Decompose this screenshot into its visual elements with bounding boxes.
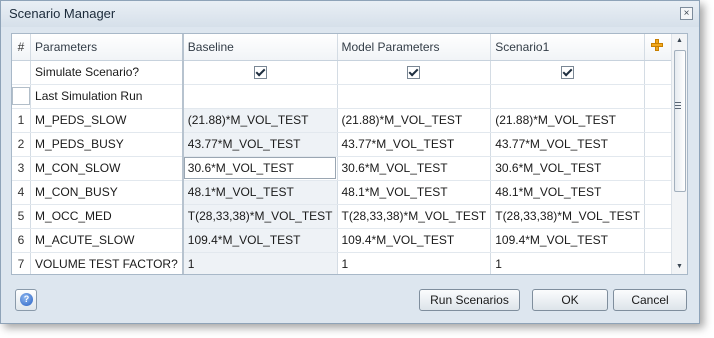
header-model-parameters[interactable]: Model Parameters	[337, 34, 492, 61]
scenario1-value[interactable]: 109.4*M_VOL_TEST	[490, 228, 645, 253]
parameter-name[interactable]: VOLUME TEST FACTOR?	[30, 252, 184, 274]
model-value[interactable]: (21.88)*M_VOL_TEST	[337, 108, 492, 133]
help-button[interactable]: ?	[15, 289, 37, 311]
window-title: Scenario Manager	[9, 6, 116, 21]
header-num: #	[12, 34, 32, 61]
baseline-value[interactable]: 109.4*M_VOL_TEST	[182, 228, 338, 253]
last-simulation-run-row: Last Simulation Run	[12, 84, 687, 109]
model-value[interactable]: 1	[337, 252, 492, 274]
add-scenario-plus-icon[interactable]	[650, 39, 663, 52]
model-value[interactable]: T(28,33,38)*M_VOL_TEST	[337, 204, 492, 229]
table-row[interactable]: 6 M_ACUTE_SLOW 109.4*M_VOL_TEST 109.4*M_…	[12, 228, 687, 253]
dialog-footer: ? Run Scenarios OK Cancel	[1, 283, 699, 323]
row-number: 3	[12, 156, 32, 181]
table-row[interactable]: 3 M_CON_SLOW 30.6*M_VOL_TEST 30.6*M_VOL_…	[12, 156, 687, 181]
header-parameters[interactable]: Parameters	[30, 34, 184, 61]
model-value[interactable]: 109.4*M_VOL_TEST	[337, 228, 492, 253]
help-icon: ?	[20, 293, 33, 306]
last-simulation-run-label: Last Simulation Run	[30, 84, 184, 109]
simulate-scenario-label: Simulate Scenario?	[30, 60, 184, 85]
simulate-scenario1-cell	[490, 60, 645, 85]
model-value[interactable]: 48.1*M_VOL_TEST	[337, 180, 492, 205]
scenario1-value[interactable]: T(28,33,38)*M_VOL_TEST	[490, 204, 645, 229]
last-run-model	[337, 84, 492, 109]
scenario-table: # Parameters Baseline Model Parameters S…	[12, 34, 687, 274]
simulate-model-checkbox[interactable]	[407, 66, 421, 80]
parameter-name[interactable]: M_CON_SLOW	[30, 156, 184, 181]
baseline-value-selected[interactable]: 30.6*M_VOL_TEST	[182, 156, 338, 181]
parameter-name[interactable]: M_PEDS_SLOW	[30, 108, 184, 133]
simulate-model-cell	[337, 60, 492, 85]
ok-button[interactable]: OK	[532, 289, 608, 311]
row-number: 4	[12, 180, 32, 205]
scroll-thumb[interactable]	[674, 50, 686, 192]
table-row[interactable]: 1 M_PEDS_SLOW (21.88)*M_VOL_TEST (21.88)…	[12, 108, 687, 133]
scroll-down-arrow-icon[interactable]: ▼	[672, 260, 687, 274]
row-number: 5	[12, 204, 32, 229]
scroll-grip-icon	[675, 102, 681, 109]
table-row[interactable]: 7 VOLUME TEST FACTOR? 1 1 1	[12, 252, 687, 274]
baseline-value[interactable]: 43.77*M_VOL_TEST	[182, 132, 338, 157]
scenario-manager-window: Scenario Manager × # Parameters Baseline…	[0, 0, 700, 324]
baseline-value[interactable]: (21.88)*M_VOL_TEST	[182, 108, 338, 133]
table-row[interactable]: 2 M_PEDS_BUSY 43.77*M_VOL_TEST 43.77*M_V…	[12, 132, 687, 157]
parameter-name[interactable]: M_ACUTE_SLOW	[30, 228, 184, 253]
run-scenarios-button[interactable]: Run Scenarios	[419, 289, 520, 311]
model-value[interactable]: 30.6*M_VOL_TEST	[337, 156, 492, 181]
header-scenario1[interactable]: Scenario1	[490, 34, 645, 61]
baseline-value[interactable]: T(28,33,38)*M_VOL_TEST	[182, 204, 338, 229]
cancel-button[interactable]: Cancel	[613, 289, 687, 311]
last-run-scenario1	[490, 84, 645, 109]
scenario1-value[interactable]: 30.6*M_VOL_TEST	[490, 156, 645, 181]
last-run-baseline	[182, 84, 338, 109]
simulate-scenario-row: Simulate Scenario?	[12, 60, 687, 85]
simulate-baseline-checkbox[interactable]	[253, 66, 267, 80]
model-value[interactable]: 43.77*M_VOL_TEST	[337, 132, 492, 157]
baseline-value[interactable]: 48.1*M_VOL_TEST	[182, 180, 338, 205]
scenario1-value[interactable]: 48.1*M_VOL_TEST	[490, 180, 645, 205]
simulate-baseline-cell	[182, 60, 338, 85]
header-row: # Parameters Baseline Model Parameters S…	[12, 34, 687, 61]
scenario-grid: # Parameters Baseline Model Parameters S…	[11, 33, 688, 275]
row-number: 2	[12, 132, 32, 157]
close-button[interactable]: ×	[680, 7, 693, 20]
parameter-name[interactable]: M_CON_BUSY	[30, 180, 184, 205]
scenario1-value[interactable]: 43.77*M_VOL_TEST	[490, 132, 645, 157]
title-bar[interactable]: Scenario Manager ×	[1, 1, 699, 27]
parameter-name[interactable]: M_PEDS_BUSY	[30, 132, 184, 157]
row-select-box[interactable]	[12, 87, 30, 105]
table-row[interactable]: 4 M_CON_BUSY 48.1*M_VOL_TEST 48.1*M_VOL_…	[12, 180, 687, 205]
row-num-empty	[12, 60, 32, 85]
simulate-scenario1-checkbox[interactable]	[561, 66, 575, 80]
row-num-box	[12, 84, 32, 109]
table-row[interactable]: 5 M_OCC_MED T(28,33,38)*M_VOL_TEST T(28,…	[12, 204, 687, 229]
row-number: 1	[12, 108, 32, 133]
header-baseline[interactable]: Baseline	[182, 34, 338, 61]
parameter-name[interactable]: M_OCC_MED	[30, 204, 184, 229]
row-number: 6	[12, 228, 32, 253]
scenario1-value[interactable]: 1	[490, 252, 645, 274]
scenario1-value[interactable]: (21.88)*M_VOL_TEST	[490, 108, 645, 133]
baseline-value[interactable]: 1	[182, 252, 338, 274]
row-number: 7	[12, 252, 32, 274]
vertical-scrollbar[interactable]: ▲ ▼	[671, 34, 687, 274]
scroll-up-arrow-icon[interactable]: ▲	[672, 34, 687, 48]
